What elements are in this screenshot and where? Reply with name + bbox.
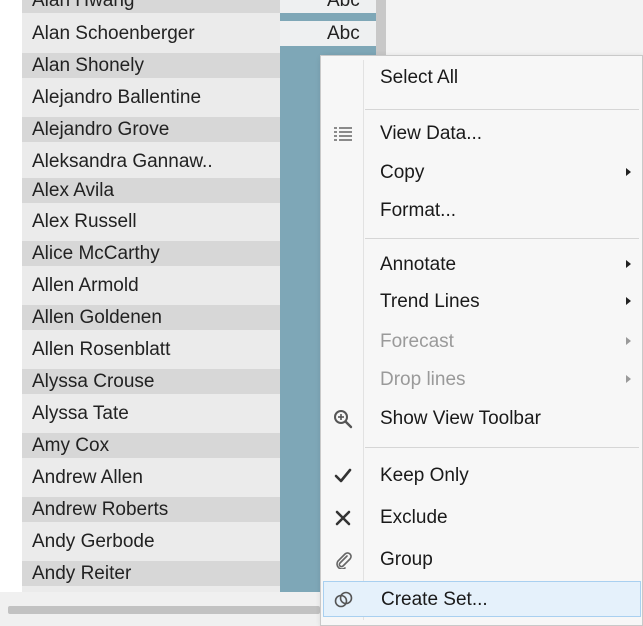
x-icon [331,506,355,530]
table-row[interactable]: Alan Schoenberger [22,21,280,46]
menu-item-label: Group [380,549,433,570]
menu-separator [365,109,639,110]
menu-item-label: Format... [380,200,457,221]
viz-viewport: Alan Hwang Alan Schoenberger Alan Shonel… [0,0,643,626]
menu-item-copy[interactable]: Copy [323,155,641,191]
menu-item-annotate[interactable]: Annotate [323,247,641,283]
menu-item-label: Forecast [380,331,454,352]
table-row[interactable]: Alyssa Crouse [22,369,280,394]
table-row[interactable]: Allen Rosenblatt [22,337,280,362]
menu-item-label: Annotate [380,254,457,275]
submenu-arrow-icon [626,260,631,268]
table-row[interactable]: Alice McCarthy [22,241,280,266]
paperclip-icon [331,548,355,572]
menu-item-label: Create Set... [381,589,488,610]
menu-item-label: Copy [380,162,425,183]
menu-item-forecast[interactable]: Forecast [323,324,641,360]
menu-item-label: Keep Only [380,465,469,486]
table-row[interactable]: Andrew Roberts [22,497,280,522]
table-row[interactable]: Alyssa Tate [22,401,280,426]
menu-separator [365,447,639,448]
table-row[interactable]: Alex Russell [22,209,280,234]
table-row[interactable]: Alejandro Ballentine [22,85,280,110]
submenu-arrow-icon [626,168,631,176]
menu-item-exclude[interactable]: Exclude [323,500,641,536]
check-icon [331,464,355,488]
scrollbar-track[interactable] [8,606,320,614]
menu-item-keep-only[interactable]: Keep Only [323,458,641,494]
table-row[interactable]: Alan Hwang [22,0,280,13]
menu-item-format[interactable]: Format... [323,193,641,229]
menu-item-select-all[interactable]: Select All [323,60,641,96]
submenu-arrow-icon [626,337,631,345]
table-row[interactable]: Allen Armold [22,273,280,298]
menu-item-label: Show View Toolbar [380,408,541,429]
name-column: Alan Hwang Alan Schoenberger Alan Shonel… [22,0,280,592]
table-row[interactable]: Aleksandra Gannaw.. [22,149,280,174]
menu-separator [365,238,639,239]
table-row[interactable]: Andy Gerbode [22,529,280,554]
grid-icon [331,122,355,146]
table-row[interactable]: Allen Goldenen [22,305,280,330]
table-row[interactable]: Alex Avila [22,178,280,203]
abc-cell[interactable]: Abc [280,21,376,46]
menu-item-view-data[interactable]: View Data... [323,116,641,152]
menu-item-label: Trend Lines [380,291,480,312]
menu-item-label: Drop lines [380,369,466,390]
menu-item-create-set[interactable]: Create Set... [323,581,641,617]
menu-item-label: View Data... [380,123,483,144]
menu-item-label: Exclude [380,507,448,528]
context-menu: Select All View Data... Copy Format... A… [320,55,643,626]
menu-item-show-view-toolbar[interactable]: Show View Toolbar [323,401,641,437]
menu-item-label: Select All [380,67,459,88]
table-row[interactable]: Amy Cox [22,433,280,458]
table-row[interactable]: Alejandro Grove [22,117,280,142]
menu-item-drop-lines[interactable]: Drop lines [323,362,641,398]
menu-item-group[interactable]: Group [323,542,641,578]
abc-cell[interactable]: Abc [280,0,376,13]
table-row[interactable]: Andrew Allen [22,465,280,490]
menu-item-trend-lines[interactable]: Trend Lines [323,284,641,320]
submenu-arrow-icon [626,375,631,383]
submenu-arrow-icon [626,297,631,305]
zoom-in-icon [331,407,355,431]
table-row[interactable]: Andy Reiter [22,561,280,586]
venn-icon [332,588,356,612]
table-row[interactable]: Alan Shonely [22,53,280,78]
